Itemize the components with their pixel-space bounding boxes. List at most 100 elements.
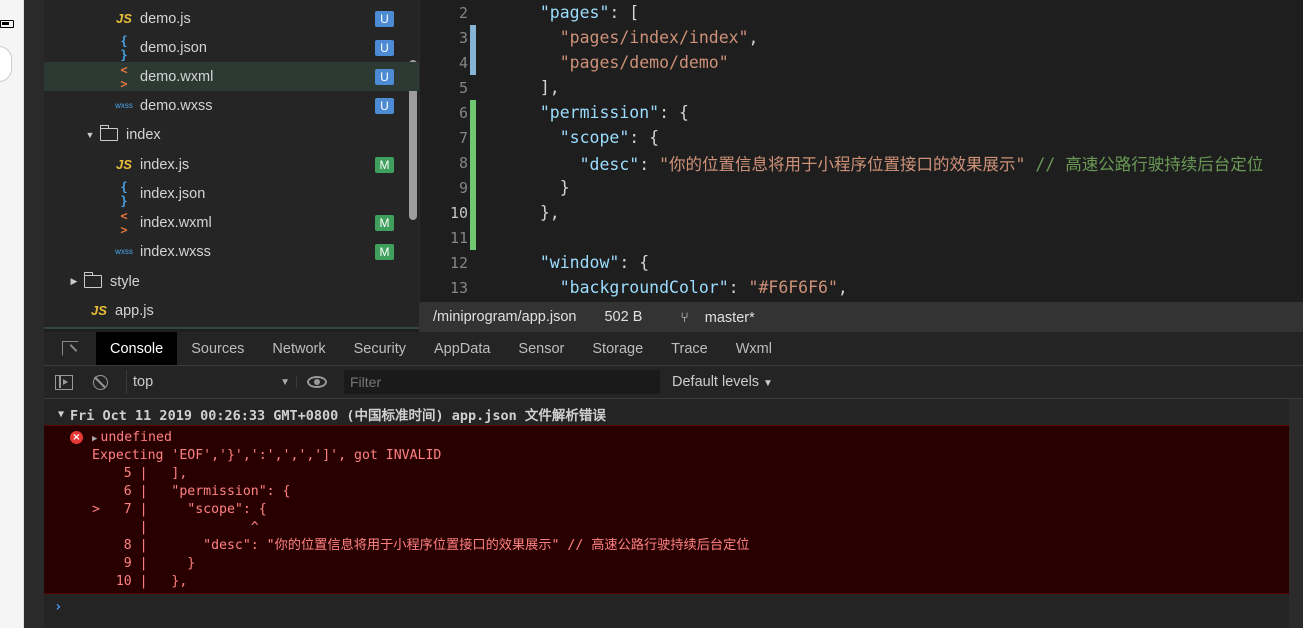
code-text: "pages/index/index", [559,28,759,47]
git-gutter-mark [470,225,476,250]
wxml-file-icon: < > [120,62,128,91]
code-text: "desc": "你的位置信息将用于小程序位置接口的效果展示" // 高速公路行… [579,154,1264,174]
code-text: "permission": { [539,103,689,122]
git-status-badge: U [375,40,394,56]
line-number: 7 [458,128,468,147]
tab-security[interactable]: Security [340,332,420,365]
tab-storage[interactable]: Storage [578,332,657,365]
console-prompt[interactable]: › [54,599,62,615]
console-scrollbar[interactable] [1289,399,1303,628]
git-gutter-mark [470,25,476,50]
code-text: "scope": { [559,128,660,147]
code-line[interactable]: 4 "pages/demo/demo" [420,50,1303,75]
inspect-element-icon[interactable] [44,332,96,365]
code-text: "pages/demo/demo" [559,53,729,72]
git-gutter-mark [470,50,476,75]
json-file-icon: { } [120,33,128,62]
git-gutter-mark [470,100,476,125]
git-branch[interactable]: ⑂ master* [666,309,754,326]
code-text: "pages": [ [539,3,640,22]
chevron-down-icon[interactable]: ▼ [84,130,96,140]
code-line[interactable]: 7 "scope": { [420,125,1303,150]
line-number: 2 [458,3,468,22]
file-tree-item[interactable]: JS index.js M [44,150,419,179]
tab-network[interactable]: Network [258,332,339,365]
expand-triangle-icon[interactable]: ▶ [92,434,97,444]
file-tree-item[interactable]: ▶ style [44,267,419,296]
code-line[interactable]: 12 "window": { [420,250,1303,275]
filter-input[interactable] [344,370,660,394]
chevron-right-icon[interactable]: ▶ [68,276,80,287]
tab-trace[interactable]: Trace [657,332,722,365]
tab-sensor[interactable]: Sensor [504,332,578,365]
git-gutter-mark [470,200,476,225]
error-detail-line: 10 | }, [92,574,188,589]
code-line[interactable]: 2 "pages": [ [420,0,1303,25]
log-levels-select[interactable]: Default levels ▼ [672,374,773,390]
error-detail-line: 9 | } [92,556,196,571]
file-tree-item-label: index.wxml [140,214,212,231]
code-line[interactable]: 3 "pages/index/index", [420,25,1303,50]
error-value[interactable]: ▶ undefined [92,429,172,447]
collapse-triangle-icon[interactable]: ▼ [58,409,64,420]
code-line[interactable]: 5 ], [420,75,1303,100]
code-text: } [520,178,570,197]
file-tree-item-label: demo.json [140,39,207,56]
git-branch-label: master* [704,309,755,326]
js-file-icon: JS [116,11,132,26]
file-tree-item[interactable]: wxss demo.wxss U [44,91,419,120]
tab-appdata[interactable]: AppData [420,332,504,365]
console-output: ▼ Fri Oct 11 2019 00:26:33 GMT+0800 (中国标… [44,399,1303,628]
file-tree-item[interactable]: { } index.json [44,179,419,208]
error-detail-line: | ^ [92,520,259,535]
context-select[interactable]: top ▼ [126,370,296,394]
line-number: 8 [458,153,468,172]
wxss-file-icon: wxss [115,247,133,256]
line-number: 11 [449,228,468,247]
code-editor[interactable]: 2 "pages": [3 "pages/index/index", 4 "pag… [419,0,1303,302]
error-icon: × [70,431,83,444]
code-line[interactable]: 9 } [420,175,1303,200]
file-tree-item[interactable]: < > demo.wxml U [44,62,419,91]
tab-wxml[interactable]: Wxml [722,332,786,365]
folder-file-icon [84,272,102,288]
file-tree-item[interactable]: JS demo.js U [44,4,419,33]
git-status-badge: U [375,98,394,114]
line-number: 13 [449,278,468,297]
tab-console[interactable]: Console [96,332,178,365]
file-tree-item[interactable]: JS app.js [44,296,419,325]
error-detail-line: 5 | ], [92,466,188,481]
tab-sources[interactable]: Sources [177,332,258,365]
git-status-badge: M [375,244,394,260]
folder-file-icon [100,125,118,141]
line-number: 6 [458,103,468,122]
file-tree-item-label: style [110,273,140,290]
file-tree-item[interactable]: ▼ index [44,120,419,149]
code-line[interactable]: 6 "permission": { [420,100,1303,125]
capsule-button[interactable] [0,46,12,82]
git-branch-icon: ⑂ [680,308,689,325]
file-tree-item-label: index.json [140,185,206,202]
console-group-header[interactable]: ▼ Fri Oct 11 2019 00:26:33 GMT+0800 (中国标… [44,403,1303,425]
code-text: "backgroundColor": "#F6F6F6", [559,278,848,297]
clear-console-icon[interactable] [82,374,118,390]
code-text: ], [520,78,560,97]
file-tree-item[interactable]: { } demo.json U [44,33,419,62]
file-tree-item[interactable]: wxss index.wxss M [44,237,419,266]
git-status-badge: M [375,215,394,231]
devtools-tabbar: Console Sources Network Security AppData Sens… [44,332,1303,366]
code-line[interactable]: 8 "desc": "你的位置信息将用于小程序位置接口的效果展示" // 高速公… [420,150,1303,175]
context-select-value: top [133,374,154,390]
file-tree-item[interactable]: < > index.wxml M [44,208,419,237]
show-sidebar-icon[interactable] [46,374,82,390]
error-detail-line: > 7 | "scope": { [92,502,267,517]
log-levels-label: Default levels [672,374,760,390]
line-number: 5 [458,78,468,97]
code-line[interactable]: 13 "backgroundColor": "#F6F6F6", [420,275,1303,300]
panel-gap [24,0,44,628]
wxss-file-icon: wxss [115,101,133,110]
code-line[interactable]: 10 }, [420,200,1303,225]
code-line[interactable]: 11 [420,225,1303,250]
git-gutter-mark [470,125,476,150]
live-expression-eye-icon[interactable] [296,376,336,388]
